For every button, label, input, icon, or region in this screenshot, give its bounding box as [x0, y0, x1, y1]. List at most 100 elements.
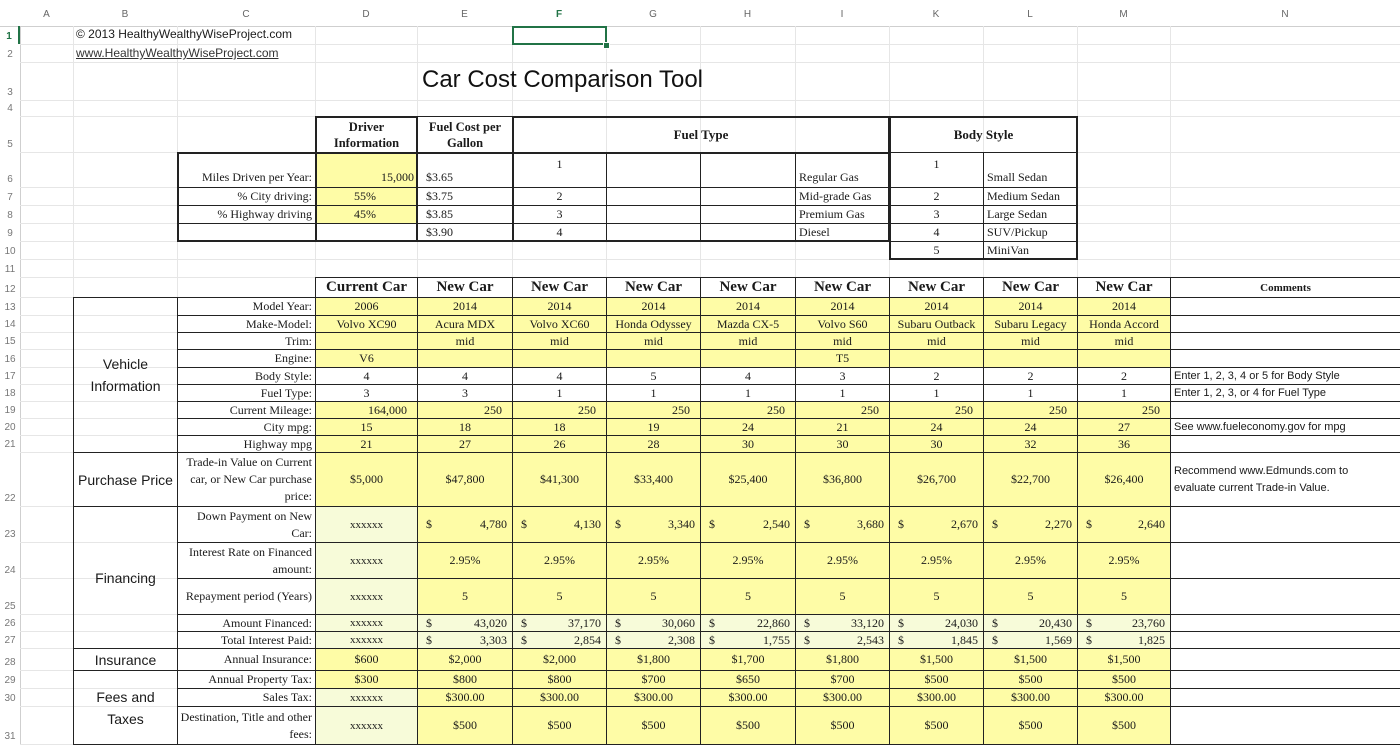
comment-cell[interactable]: Enter 1, 2, 3, or 4 for Fuel Type [1170, 384, 1400, 402]
value-cell[interactable]: 24 [889, 418, 984, 436]
value-cell[interactable]: Volvo S60 [795, 315, 890, 333]
row-header-15[interactable]: 15 [0, 332, 20, 349]
value-cell[interactable]: Subaru Outback [889, 315, 984, 333]
value-cell[interactable]: $2,543 [795, 631, 890, 649]
value-cell[interactable]: $2,670 [889, 506, 984, 543]
fuel-cost-value[interactable]: $3.90 [417, 223, 513, 242]
value-cell[interactable]: $2,000 [512, 648, 607, 671]
value-cell[interactable]: Volvo XC60 [512, 315, 607, 333]
row-header-30[interactable]: 30 [0, 688, 20, 706]
comment-cell[interactable] [1170, 688, 1400, 707]
value-cell[interactable]: 1 [512, 384, 607, 402]
value-cell[interactable]: 2.95% [417, 542, 513, 579]
column-header-f[interactable]: F [512, 0, 606, 26]
value-cell[interactable]: 1 [1077, 384, 1171, 402]
value-cell[interactable]: $20,430 [983, 614, 1078, 632]
value-cell[interactable]: $2,308 [606, 631, 701, 649]
value-cell[interactable]: $300.00 [889, 688, 984, 707]
value-cell[interactable]: 2 [1077, 367, 1171, 385]
comment-cell[interactable] [1170, 435, 1400, 453]
column-header-g[interactable]: G [606, 0, 700, 26]
value-cell[interactable]: $33,400 [606, 452, 701, 507]
value-cell[interactable]: $300.00 [700, 688, 796, 707]
value-cell[interactable]: 18 [417, 418, 513, 436]
value-cell[interactable]: mid [417, 332, 513, 350]
value-cell[interactable]: 1 [700, 384, 796, 402]
value-cell[interactable]: xxxxxx [315, 614, 418, 632]
value-cell[interactable]: 2.95% [795, 542, 890, 579]
value-cell[interactable]: 5 [512, 578, 607, 615]
row-header-19[interactable]: 19 [0, 401, 20, 418]
value-cell[interactable]: 250 [889, 401, 984, 419]
value-cell[interactable] [417, 349, 513, 368]
column-header-c[interactable]: C [177, 0, 315, 26]
value-cell[interactable]: mid [795, 332, 890, 350]
value-cell[interactable]: 2014 [983, 297, 1078, 316]
value-cell[interactable]: 2 [983, 367, 1078, 385]
value-cell[interactable]: 36 [1077, 435, 1171, 453]
value-cell[interactable]: $22,860 [700, 614, 796, 632]
value-cell[interactable]: 15 [315, 418, 418, 436]
value-cell[interactable]: $1,500 [1077, 648, 1171, 671]
column-header-h[interactable]: H [700, 0, 795, 26]
row-header-28[interactable]: 28 [0, 648, 20, 670]
value-cell[interactable]: Subaru Legacy [983, 315, 1078, 333]
driver-input-field[interactable]: 55% [315, 187, 418, 206]
value-cell[interactable]: $2,640 [1077, 506, 1171, 543]
value-cell[interactable]: 2014 [1077, 297, 1171, 316]
value-cell[interactable]: xxxxxx [315, 631, 418, 649]
value-cell[interactable]: 5 [983, 578, 1078, 615]
value-cell[interactable]: $500 [512, 706, 607, 745]
value-cell[interactable]: 2006 [315, 297, 418, 316]
value-cell[interactable] [606, 349, 701, 368]
value-cell[interactable]: 3 [417, 384, 513, 402]
value-cell[interactable]: $650 [700, 670, 796, 689]
row-header-1[interactable]: 1 [0, 26, 20, 44]
value-cell[interactable]: 5 [1077, 578, 1171, 615]
column-header-k[interactable]: K [889, 0, 983, 26]
value-cell[interactable]: Honda Odyssey [606, 315, 701, 333]
value-cell[interactable]: 5 [606, 367, 701, 385]
comment-cell[interactable]: See www.fueleconomy.gov for mpg [1170, 418, 1400, 436]
value-cell[interactable]: $30,060 [606, 614, 701, 632]
value-cell[interactable]: $25,400 [700, 452, 796, 507]
value-cell[interactable]: $300.00 [512, 688, 607, 707]
value-cell[interactable]: xxxxxx [315, 706, 418, 745]
value-cell[interactable]: $1,700 [700, 648, 796, 671]
comment-cell[interactable]: Recommend www.Edmunds.com to evaluate cu… [1170, 452, 1400, 507]
value-cell[interactable]: $800 [417, 670, 513, 689]
value-cell[interactable]: 2014 [606, 297, 701, 316]
value-cell[interactable]: 2.95% [889, 542, 984, 579]
value-cell[interactable]: $700 [795, 670, 890, 689]
value-cell[interactable]: $600 [315, 648, 418, 671]
value-cell[interactable]: 250 [606, 401, 701, 419]
column-header-d[interactable]: D [315, 0, 417, 26]
value-cell[interactable]: $2,540 [700, 506, 796, 543]
value-cell[interactable]: 250 [417, 401, 513, 419]
value-cell[interactable]: Mazda CX-5 [700, 315, 796, 333]
comment-cell[interactable] [1170, 648, 1400, 671]
value-cell[interactable]: mid [700, 332, 796, 350]
value-cell[interactable]: 24 [700, 418, 796, 436]
value-cell[interactable]: $43,020 [417, 614, 513, 632]
value-cell[interactable]: $300 [315, 670, 418, 689]
value-cell[interactable]: 18 [512, 418, 607, 436]
value-cell[interactable]: xxxxxx [315, 688, 418, 707]
row-header-12[interactable]: 12 [0, 277, 20, 297]
value-cell[interactable]: 24 [983, 418, 1078, 436]
comment-cell[interactable]: Enter 1, 2, 3, 4 or 5 for Body Style [1170, 367, 1400, 385]
value-cell[interactable]: 27 [417, 435, 513, 453]
value-cell[interactable]: 3 [795, 367, 890, 385]
comment-cell[interactable] [1170, 542, 1400, 579]
value-cell[interactable]: $24,030 [889, 614, 984, 632]
comment-cell[interactable] [1170, 578, 1400, 615]
value-cell[interactable]: mid [983, 332, 1078, 350]
value-cell[interactable]: 2014 [795, 297, 890, 316]
row-header-25[interactable]: 25 [0, 578, 20, 614]
value-cell[interactable]: 2.95% [1077, 542, 1171, 579]
value-cell[interactable]: $3,303 [417, 631, 513, 649]
value-cell[interactable]: $47,800 [417, 452, 513, 507]
fill-handle[interactable] [603, 42, 610, 49]
value-cell[interactable]: 27 [1077, 418, 1171, 436]
row-header-11[interactable]: 11 [0, 259, 20, 277]
